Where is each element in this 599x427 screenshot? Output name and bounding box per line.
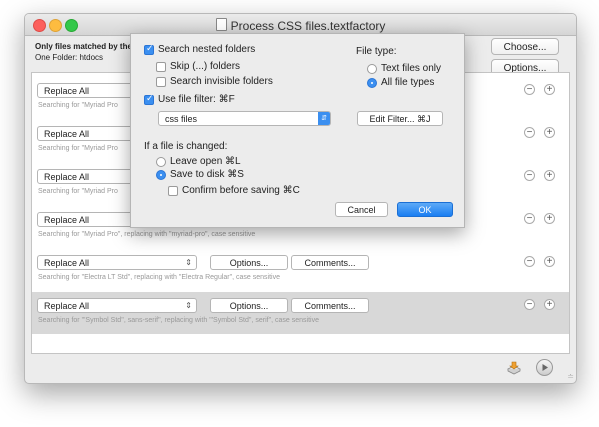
- search-invisible-checkbox[interactable]: Search invisible folders: [156, 76, 273, 87]
- cancel-button[interactable]: Cancel: [335, 202, 388, 217]
- add-action-button[interactable]: +: [544, 127, 555, 138]
- action-description: Searching for "Myriad Pro", replacing wi…: [38, 231, 256, 238]
- file-scope-line2: One Folder: htdocs: [35, 53, 104, 62]
- confirm-before-saving-checkbox[interactable]: Confirm before saving ⌘C: [168, 185, 300, 196]
- checkbox-unchecked-icon: [156, 76, 166, 87]
- search-invisible-label: Search invisible folders: [170, 76, 273, 87]
- remove-action-button[interactable]: −: [524, 84, 535, 95]
- checkbox-checked-icon: [144, 93, 154, 105]
- action-description: Searching for "Myriad Pro: [38, 102, 118, 109]
- all-file-types-radio[interactable]: All file types: [367, 77, 434, 88]
- radio-on-icon: [367, 77, 377, 88]
- remove-action-button[interactable]: −: [524, 170, 535, 181]
- action-type-value: Replace All: [44, 172, 90, 182]
- action-description: Searching for "Myriad Pro: [38, 145, 118, 152]
- radio-off-icon: [367, 63, 377, 74]
- skip-folders-checkbox[interactable]: Skip (...) folders: [156, 61, 240, 72]
- add-action-button[interactable]: +: [544, 256, 555, 267]
- window-title: Process CSS files.textfactory: [25, 18, 576, 33]
- ok-button[interactable]: OK: [397, 202, 453, 217]
- edit-filter-button[interactable]: Edit Filter... ⌘J: [357, 111, 443, 126]
- file-scope-info: Only files matched by the One Folder: ht…: [31, 38, 139, 74]
- checkbox-unchecked-icon: [168, 185, 178, 196]
- action-description: Searching for "'Symbol Std'', sans-serif…: [38, 317, 319, 324]
- leave-open-label: Leave open ⌘L: [170, 156, 241, 167]
- checkbox-unchecked-icon: [156, 61, 166, 72]
- action-row[interactable]: Replace All ⇕ Options... Comments... − + Searc…: [32, 292, 569, 334]
- choose-button[interactable]: Choose...: [491, 38, 559, 55]
- action-type-value: Replace All: [44, 215, 90, 225]
- leave-open-radio[interactable]: Leave open ⌘L: [156, 156, 241, 167]
- row-options-button[interactable]: Options...: [210, 298, 288, 313]
- search-nested-checkbox[interactable]: Search nested folders: [144, 43, 256, 55]
- confirm-before-saving-label: Confirm before saving ⌘C: [182, 185, 300, 196]
- action-row[interactable]: Replace All ⇕ Options... Comments... − + Searc…: [32, 249, 569, 291]
- remove-action-button[interactable]: −: [524, 299, 535, 310]
- remove-action-button[interactable]: −: [524, 127, 535, 138]
- text-files-only-radio[interactable]: Text files only: [367, 63, 441, 74]
- add-action-button[interactable]: +: [544, 84, 555, 95]
- row-comments-button[interactable]: Comments...: [291, 255, 369, 270]
- select-arrows-icon: ⇕: [185, 258, 192, 267]
- action-type-select[interactable]: Replace All ⇕: [37, 298, 197, 313]
- add-action-button[interactable]: +: [544, 299, 555, 310]
- file-type-label: File type:: [356, 46, 397, 57]
- skip-folders-label: Skip (...) folders: [170, 61, 241, 72]
- action-type-value: Replace All: [44, 86, 90, 96]
- document-icon: [215, 18, 227, 31]
- action-description: Searching for "Myriad Pro: [38, 188, 118, 195]
- add-action-button[interactable]: +: [544, 213, 555, 224]
- file-filter-value: css files: [165, 114, 198, 124]
- file-scope-line1: Only files matched by the: [35, 42, 132, 51]
- radio-on-icon: [156, 169, 166, 180]
- checkbox-checked-icon: [144, 43, 154, 55]
- row-options-button[interactable]: Options...: [210, 255, 288, 270]
- action-description: Searching for "Electra LT Std", replacin…: [38, 274, 280, 281]
- action-type-value: Replace All: [44, 301, 90, 311]
- resize-grip-icon[interactable]: ≐: [567, 372, 574, 381]
- use-file-filter-label: Use file filter: ⌘F: [158, 94, 235, 105]
- action-type-select[interactable]: Replace All ⇕: [37, 255, 197, 270]
- options-sheet: Search nested folders Skip (...) folders…: [130, 33, 465, 228]
- text-files-only-label: Text files only: [381, 63, 442, 74]
- use-file-filter-checkbox[interactable]: Use file filter: ⌘F: [144, 93, 235, 105]
- remove-action-button[interactable]: −: [524, 213, 535, 224]
- window-title-text: Process CSS files.textfactory: [230, 19, 386, 33]
- action-type-value: Replace All: [44, 129, 90, 139]
- remove-action-button[interactable]: −: [524, 256, 535, 267]
- row-comments-button[interactable]: Comments...: [291, 298, 369, 313]
- search-nested-label: Search nested folders: [158, 44, 256, 55]
- action-type-value: Replace All: [44, 258, 90, 268]
- select-arrows-icon: ⇕: [185, 301, 192, 310]
- run-icon[interactable]: [536, 359, 553, 376]
- share-icon[interactable]: [506, 360, 522, 376]
- file-filter-popup[interactable]: css files ⇵: [158, 111, 331, 126]
- save-to-disk-label: Save to disk ⌘S: [170, 169, 244, 180]
- save-to-disk-radio[interactable]: Save to disk ⌘S: [156, 169, 244, 180]
- if-changed-label: If a file is changed:: [144, 141, 228, 152]
- popup-arrows-icon: ⇵: [318, 112, 330, 125]
- add-action-button[interactable]: +: [544, 170, 555, 181]
- radio-off-icon: [156, 156, 166, 167]
- all-file-types-label: All file types: [381, 77, 435, 88]
